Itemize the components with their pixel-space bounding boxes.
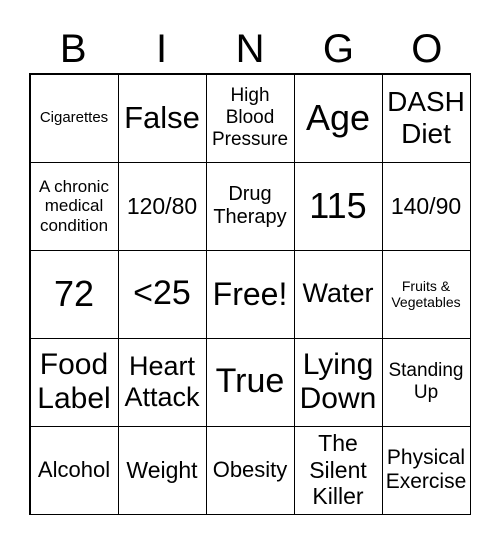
bingo-cell[interactable]: Food Label (29, 337, 119, 427)
bingo-header: B I N G O (29, 26, 471, 72)
bingo-cell[interactable]: Weight (117, 425, 207, 515)
bingo-grid: Cigarettes False High Blood Pressure Age DAS… (29, 73, 471, 515)
bingo-cell[interactable]: Obesity (205, 425, 295, 515)
bingo-cell[interactable]: True (205, 337, 295, 427)
bingo-cell[interactable]: Cigarettes (29, 73, 119, 163)
bingo-cell[interactable]: 72 (29, 249, 119, 339)
header-letter-n: N (235, 27, 265, 71)
bingo-cell[interactable]: A chronic medical condition (29, 161, 119, 251)
bingo-cell[interactable]: Drug Therapy (205, 161, 295, 251)
bingo-cell[interactable]: <25 (117, 249, 207, 339)
bingo-cell[interactable]: Fruits & Vegetables (381, 249, 471, 339)
header-letter-i: I (156, 27, 168, 71)
bingo-cell[interactable]: 120/80 (117, 161, 207, 251)
bingo-cell[interactable]: Physical Exercise (381, 425, 471, 515)
bingo-cell[interactable]: Heart Attack (117, 337, 207, 427)
bingo-cell[interactable]: The Silent Killer (293, 425, 383, 515)
bingo-cell[interactable]: DASH Diet (381, 73, 471, 163)
header-letter-g: G (322, 27, 354, 71)
bingo-cell[interactable]: High Blood Pressure (205, 73, 295, 163)
header-letter-o: O (411, 27, 443, 71)
header-letter-b: B (59, 27, 87, 71)
bingo-cell[interactable]: Water (293, 249, 383, 339)
bingo-cell[interactable]: Lying Down (293, 337, 383, 427)
bingo-cell[interactable]: Standing Up (381, 337, 471, 427)
bingo-cell-free[interactable]: Free! (205, 249, 295, 339)
bingo-cell[interactable]: Alcohol (29, 425, 119, 515)
bingo-cell[interactable]: False (117, 73, 207, 163)
bingo-cell[interactable]: 115 (293, 161, 383, 251)
bingo-cell[interactable]: 140/90 (381, 161, 471, 251)
bingo-cell[interactable]: Age (293, 73, 383, 163)
